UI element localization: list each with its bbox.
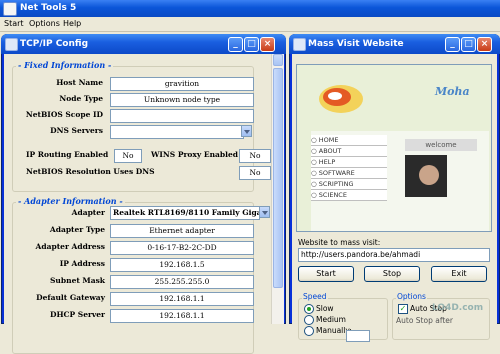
minimize-button[interactable]: _ xyxy=(445,37,460,52)
close-button[interactable]: × xyxy=(260,37,275,52)
options-label: Options xyxy=(396,292,427,301)
dhcp-server-field[interactable]: 192.168.1.1 xyxy=(110,309,254,323)
default-gateway-label: Default Gateway xyxy=(36,293,105,302)
manual-speed-input[interactable] xyxy=(346,330,370,342)
netbios-scope-field[interactable] xyxy=(110,109,254,123)
tcpip-title-bar[interactable]: TCP/IP Config _ □ × xyxy=(1,34,286,54)
wins-proxy-label: WINS Proxy Enabled xyxy=(151,150,238,159)
close-button[interactable]: × xyxy=(477,37,492,52)
mass-visit-window: Mass Visit Website _ □ × Moha ○ HOME ○ A… xyxy=(289,34,500,342)
exit-button[interactable]: Exit xyxy=(431,266,487,282)
speed-label: Speed xyxy=(302,292,328,301)
menu-options[interactable]: Options xyxy=(29,19,60,28)
mass-visit-title: Mass Visit Website xyxy=(308,39,404,49)
dns-dropdown-arrow-icon[interactable] xyxy=(241,125,252,137)
dhcp-server-label: DHCP Server xyxy=(49,310,105,319)
tcpip-client-area: - Fixed Information - Host Name gravitio… xyxy=(4,54,284,354)
window-icon xyxy=(5,38,18,51)
watermark-logo: LO4D.com xyxy=(432,303,484,313)
dns-servers-label: DNS Servers xyxy=(50,126,103,135)
subnet-mask-field[interactable]: 255.255.255.0 xyxy=(110,275,254,289)
adapter-type-label: Adapter Type xyxy=(49,225,105,234)
subnet-mask-label: Subnet Mask xyxy=(50,276,105,285)
site-logo-icon xyxy=(319,85,363,113)
netbios-scope-label: NetBIOS Scope ID xyxy=(25,110,103,119)
site-nav-help[interactable]: ○ HELP xyxy=(311,157,387,168)
default-gateway-field[interactable]: 192.168.1.1 xyxy=(110,292,254,306)
mass-visit-client-area: Moha ○ HOME ○ ABOUT ○ HELP ○ SOFTWARE ○ … xyxy=(292,54,497,342)
menu-start[interactable]: Start xyxy=(4,19,24,28)
speed-slow-radio[interactable] xyxy=(304,304,314,314)
url-input[interactable]: http://users.pandora.be/ahmadi xyxy=(298,248,490,262)
website-preview[interactable]: Moha ○ HOME ○ ABOUT ○ HELP ○ SOFTWARE ○ … xyxy=(296,64,492,232)
adapter-information-label: - Adapter Information - xyxy=(16,196,125,206)
ip-routing-field[interactable]: No xyxy=(114,149,142,163)
menu-help[interactable]: Help xyxy=(63,19,81,28)
app-title: Net Tools 5 xyxy=(20,3,77,13)
stop-button[interactable]: Stop xyxy=(364,266,420,282)
site-photo xyxy=(405,155,447,197)
start-button[interactable]: Start xyxy=(298,266,354,282)
node-type-field[interactable]: Unknown node type xyxy=(110,93,254,107)
adapter-label: Adapter xyxy=(71,208,105,217)
host-name-field[interactable]: gravition xyxy=(110,77,254,91)
wins-proxy-field[interactable]: No xyxy=(239,149,271,163)
minimize-button[interactable]: _ xyxy=(228,37,243,52)
app-icon xyxy=(3,2,17,16)
adapter-combo[interactable]: Realtek RTL8169/8110 Family Gigal xyxy=(110,206,260,220)
url-label: Website to mass visit: xyxy=(298,238,381,247)
adapter-type-field[interactable]: Ethernet adapter xyxy=(110,224,254,238)
site-nav-about[interactable]: ○ ABOUT xyxy=(311,146,387,157)
speed-manual-radio[interactable] xyxy=(304,326,314,336)
node-type-label: Node Type xyxy=(59,94,103,103)
site-welcome-banner: welcome xyxy=(405,139,477,151)
site-brand: Moha xyxy=(435,85,470,98)
auto-stop-after-label: Auto Stop after xyxy=(396,316,453,325)
window-icon xyxy=(293,38,306,51)
ip-address-field[interactable]: 192.168.1.5 xyxy=(110,258,254,272)
site-nav-science[interactable]: ○ SCIENCE xyxy=(311,190,387,201)
host-name-label: Host Name xyxy=(56,78,103,87)
netbios-resolution-field[interactable]: No xyxy=(239,166,271,180)
app-title-bar: Net Tools 5 xyxy=(0,0,500,17)
scroll-up-arrow-icon[interactable] xyxy=(273,54,283,66)
adapter-address-label: Adapter Address xyxy=(35,242,105,251)
tcpip-window-title: TCP/IP Config xyxy=(20,39,89,49)
mass-visit-title-bar[interactable]: Mass Visit Website _ □ × xyxy=(289,34,500,54)
adapter-dropdown-arrow-icon[interactable] xyxy=(259,206,270,218)
ip-routing-label: IP Routing Enabled xyxy=(26,150,109,159)
speed-slow-label: Slow xyxy=(316,304,334,313)
tcpip-scrollbar[interactable] xyxy=(271,54,284,324)
scroll-thumb[interactable] xyxy=(273,68,283,288)
fixed-information-label: - Fixed Information - xyxy=(16,60,114,70)
netbios-resolution-label: NetBIOS Resolution Uses DNS xyxy=(26,167,155,176)
ip-address-label: IP Address xyxy=(59,259,105,268)
site-nav-software[interactable]: ○ SOFTWARE xyxy=(311,168,387,179)
auto-stop-checkbox[interactable]: ✓ xyxy=(398,304,408,314)
adapter-address-field[interactable]: 0-16-17-B2-2C-DD xyxy=(110,241,254,255)
dns-servers-combo[interactable] xyxy=(110,125,244,139)
tcpip-config-window: TCP/IP Config _ □ × - Fixed Information … xyxy=(1,34,286,354)
site-nav-scripting[interactable]: ○ SCRIPTING xyxy=(311,179,387,190)
speed-medium-radio[interactable] xyxy=(304,315,314,325)
maximize-button[interactable]: □ xyxy=(244,37,259,52)
site-nav-home[interactable]: ○ HOME xyxy=(311,135,387,146)
menu-bar: Start Options Help xyxy=(0,17,500,32)
maximize-button[interactable]: □ xyxy=(461,37,476,52)
